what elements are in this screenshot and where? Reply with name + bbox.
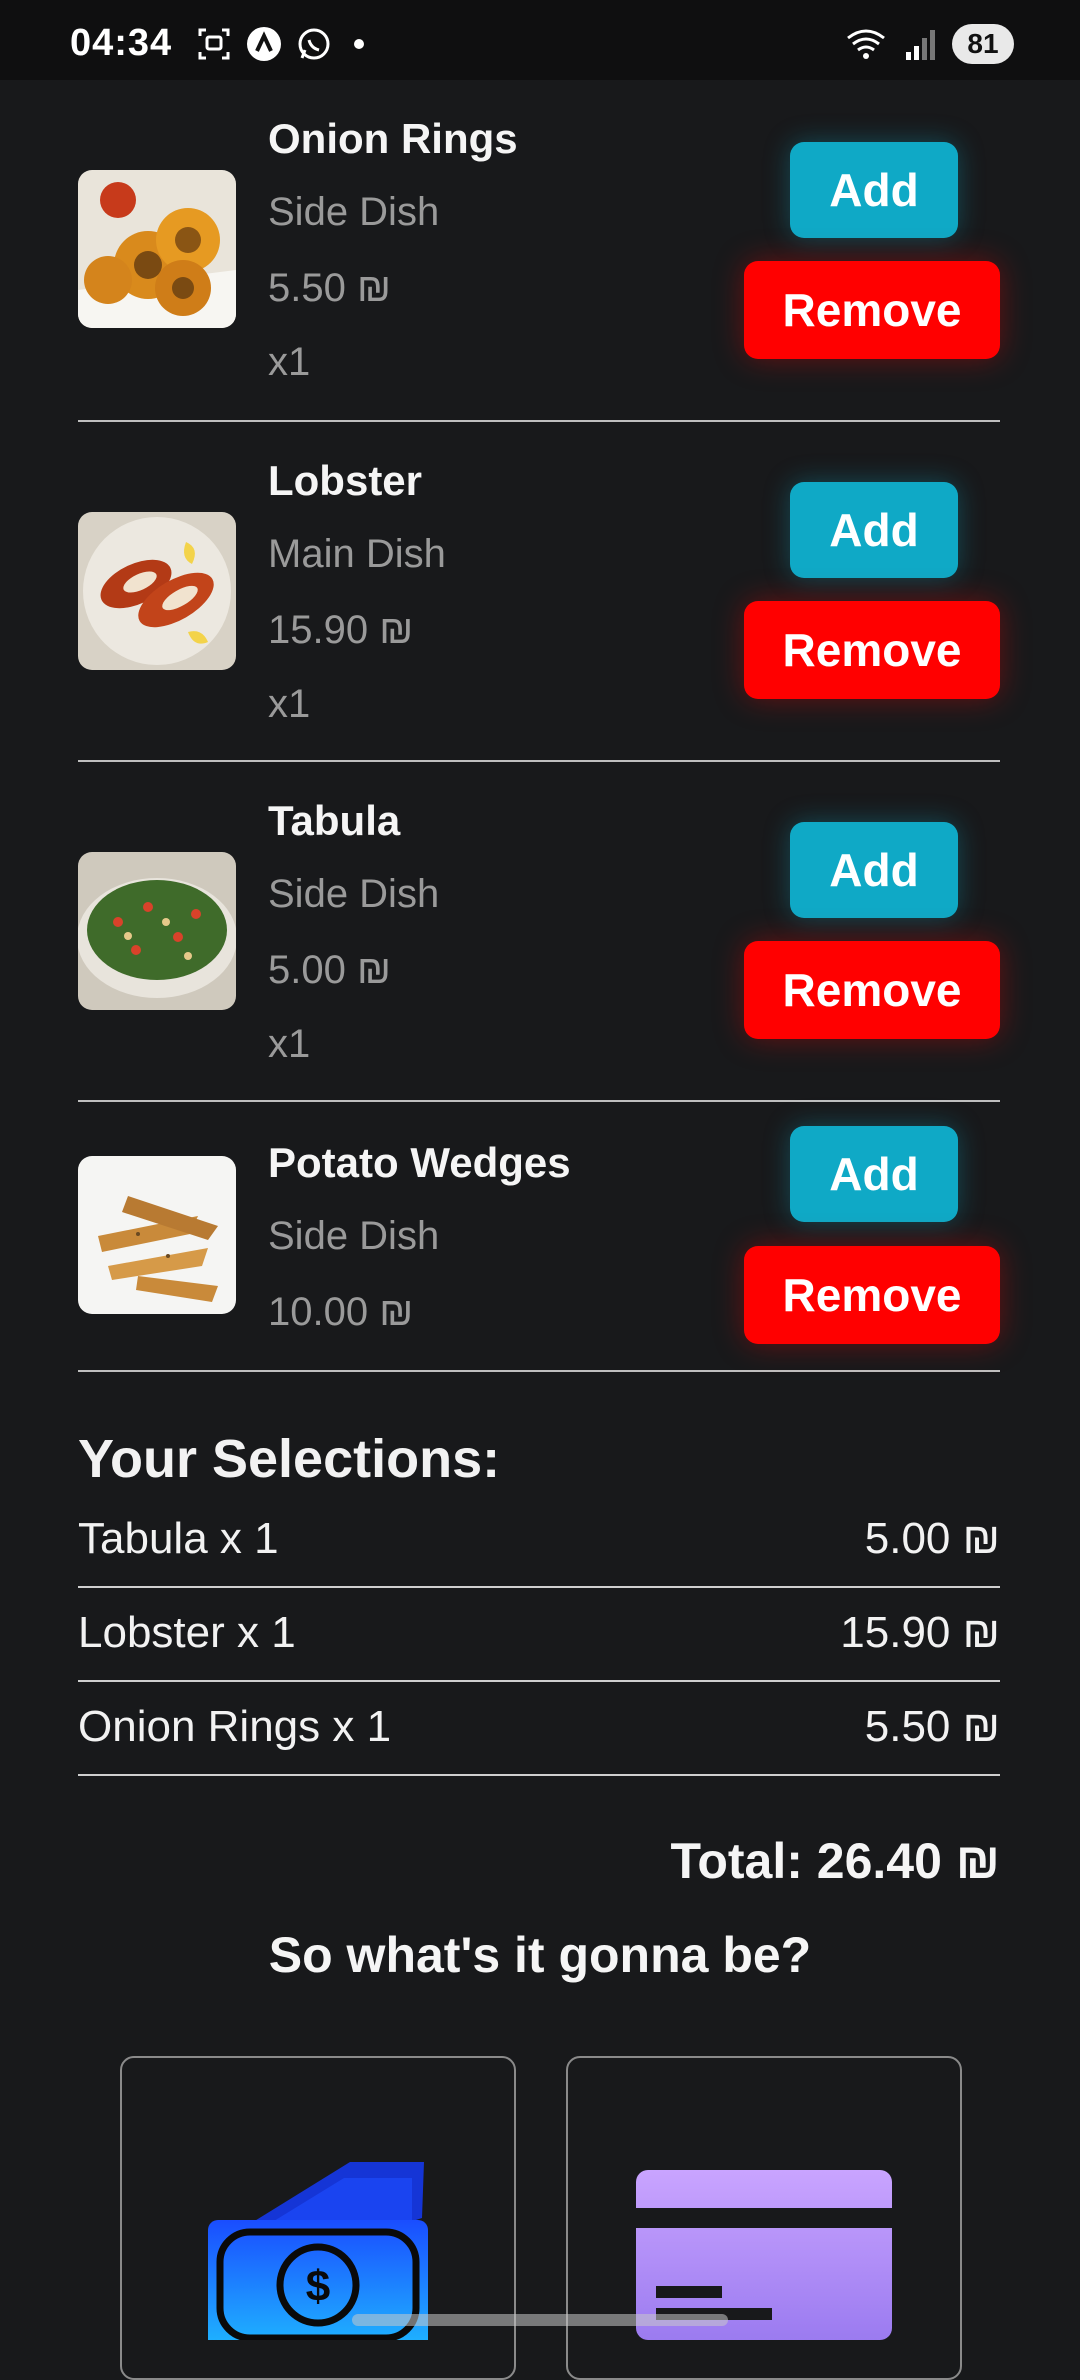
potato-wedges-image [78,1156,236,1314]
selection-amount: 5.00 ₪ [864,1514,1000,1563]
tabula-image [78,852,236,1010]
app-icon [247,27,281,61]
item-name: Lobster [268,457,423,504]
menu-item: Onion Rings Side Dish 5.50 ₪ x1 Add Remo… [78,118,1000,422]
remove-button[interactable]: Remove [744,601,1000,699]
battery-indicator: 81 [952,24,1014,64]
item-price: 5.00 ₪ [268,948,391,992]
item-info: Lobster Main Dish 15.90 ₪ x1 [268,457,446,726]
status-time: 04:34 [70,22,173,64]
credit-card-icon [636,2170,892,2340]
add-button[interactable]: Add [790,1126,958,1222]
selection-label: Onion Rings x 1 [78,1702,392,1751]
item-name: Onion Rings [268,115,518,162]
svg-text:$: $ [306,2262,330,2311]
item-quantity: x1 [268,1022,311,1066]
selection-row: Onion Rings x 1 5.50 ₪ [78,1680,1000,1776]
item-info: Tabula Side Dish 5.00 ₪ x1 [268,797,440,1066]
add-button[interactable]: Add [790,482,958,578]
item-price: 5.50 ₪ [268,266,391,310]
status-left-icons [196,26,364,62]
onion-rings-image [78,170,236,328]
menu-item: Tabula Side Dish 5.00 ₪ x1 Add Remove [78,760,1000,1102]
selection-amount: 5.50 ₪ [864,1702,1000,1751]
menu-item: Lobster Main Dish 15.90 ₪ x1 Add Remove [78,420,1000,762]
signal-icon [906,30,935,60]
item-quantity: x1 [268,682,311,726]
cash-icon: $ [208,2162,428,2350]
item-category: Side Dish [268,190,440,234]
selection-label: Tabula x 1 [78,1514,279,1563]
home-indicator[interactable] [352,2314,728,2326]
item-name: Tabula [268,797,401,844]
remove-button[interactable]: Remove [744,941,1000,1039]
selections-title: Your Selections: [78,1429,501,1489]
selection-label: Lobster x 1 [78,1608,296,1657]
remove-button[interactable]: Remove [744,1246,1000,1344]
item-quantity: x1 [268,340,311,384]
item-price: 15.90 ₪ [268,608,414,652]
notification-dot [354,39,364,49]
cash-payment-option[interactable]: $ [120,2056,516,2380]
order-total: Total: 26.40 ₪ [670,1833,1000,1889]
selection-amount: 15.90 ₪ [840,1608,1000,1657]
status-right-icons: 81 [844,24,1014,64]
payment-prompt: So what's it gonna be? [268,1927,812,1983]
item-category: Side Dish [268,1214,440,1258]
status-bar: 04:34 81 [0,0,1080,80]
add-button[interactable]: Add [790,822,958,918]
lobster-image [78,512,236,670]
selection-row: Lobster x 1 15.90 ₪ [78,1586,1000,1682]
selection-row: Tabula x 1 5.00 ₪ [78,1492,1000,1588]
wifi-icon [847,29,885,59]
item-info: Onion Rings Side Dish 5.50 ₪ x1 [268,115,518,384]
item-category: Main Dish [268,532,446,576]
card-payment-option[interactable] [566,2056,962,2380]
item-price: 10.00 ₪ [268,1290,414,1334]
menu-item: Potato Wedges Side Dish 10.00 ₪ Add Remo… [78,1100,1000,1372]
screenshot-icon [198,28,230,60]
add-button[interactable]: Add [790,142,958,238]
item-info: Potato Wedges Side Dish 10.00 ₪ [268,1139,571,1334]
remove-button[interactable]: Remove [744,261,1000,359]
item-name: Potato Wedges [268,1139,571,1186]
item-category: Side Dish [268,872,440,916]
whatsapp-icon [298,28,330,60]
